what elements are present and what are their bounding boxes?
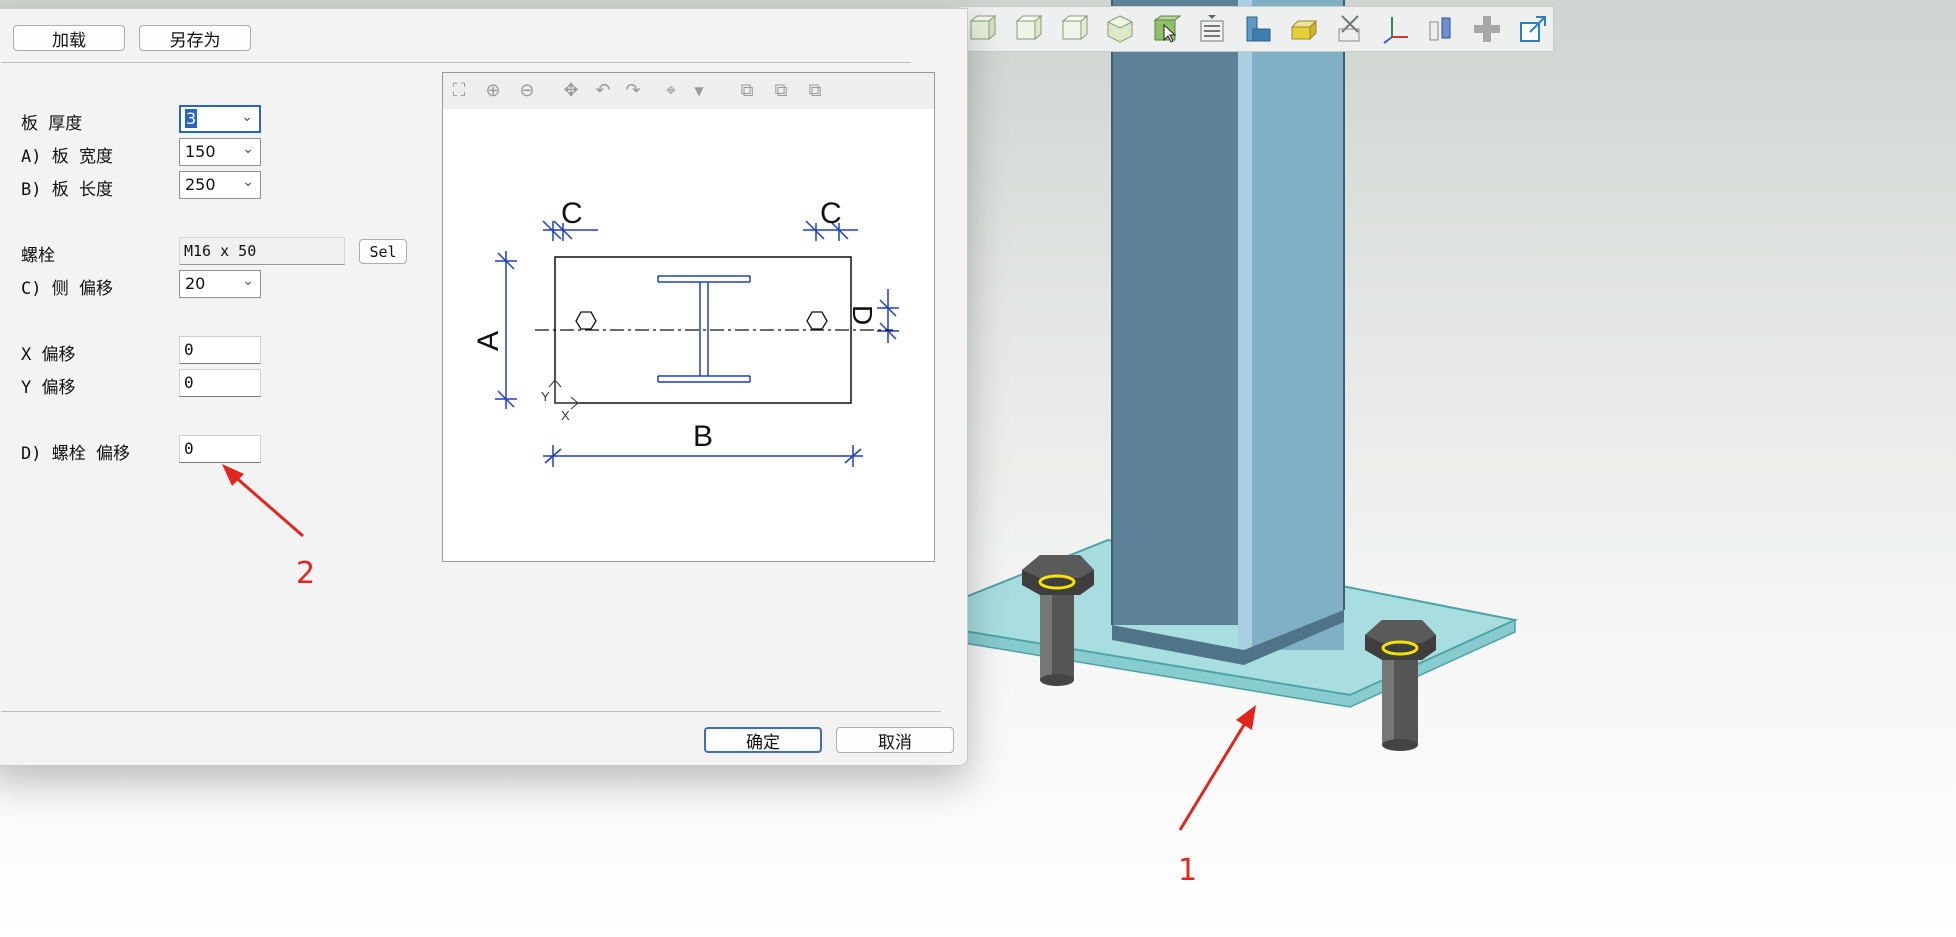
side-offset-select[interactable]: 20 ⌄ — [179, 270, 261, 298]
shape-yellow-icon[interactable] — [1284, 10, 1324, 48]
x-offset-input[interactable]: 0 — [179, 336, 261, 364]
view-toolbar — [958, 6, 1554, 52]
y-offset-input[interactable]: 0 — [179, 369, 261, 397]
y-offset-value: 0 — [184, 373, 194, 392]
dim-label-c-left: C — [561, 197, 583, 230]
box-iso-icon[interactable] — [1101, 10, 1141, 48]
side-offset-value: 20 — [185, 274, 206, 293]
annotation-number-1: 1 — [1178, 853, 1198, 888]
list-icon[interactable] — [1192, 10, 1232, 48]
chevron-down-icon: ⌄ — [242, 174, 254, 190]
cancel-button[interactable]: 取消 — [836, 727, 954, 753]
plate-width-label: A) 板 宽度 — [21, 147, 113, 167]
column-left-face — [1112, 0, 1244, 625]
column-right-face — [1244, 0, 1344, 650]
plate-thickness-value: 3 — [185, 109, 198, 128]
dim-label-c-right: C — [820, 197, 842, 230]
bolt-offset-value: 0 — [184, 439, 194, 458]
annotation-arrow-1 — [1236, 705, 1256, 730]
footer-divider — [1, 711, 941, 712]
pair-icon[interactable] — [1421, 10, 1461, 48]
y-offset-label: Y 偏移 — [21, 378, 76, 398]
plate-length-value: 250 — [185, 175, 216, 194]
box-side-icon[interactable] — [1055, 10, 1095, 48]
header-divider — [1, 62, 911, 63]
axes-icon[interactable] — [1376, 10, 1416, 48]
x-offset-value: 0 — [184, 340, 194, 359]
side-offset-label: C) 侧 偏移 — [21, 279, 113, 299]
x-offset-label: X 偏移 — [21, 345, 76, 365]
chevron-down-icon: ⌄ — [242, 273, 254, 289]
bolt-offset-label: D) 螺栓 偏移 — [21, 444, 130, 464]
export-icon[interactable] — [1513, 10, 1553, 48]
bolt-value: M16 x 50 — [184, 242, 257, 260]
base-plate-dialog: 加载 另存为 板 厚度 3 ⌄ A) 板 宽度 150 ⌄ B) 板 长度 25… — [0, 8, 968, 766]
plate-width-select[interactable]: 150 ⌄ — [179, 138, 261, 166]
plate-drawing: C C A B D Y X — [472, 197, 899, 467]
select-green-icon[interactable] — [1146, 10, 1186, 48]
bolt-hole-left — [575, 311, 597, 330]
bolt-select-button[interactable]: Sel — [359, 239, 407, 264]
dim-label-d: D — [847, 305, 878, 325]
bolt-offset-input[interactable]: 0 — [179, 435, 261, 463]
ok-button[interactable]: 确定 — [704, 727, 822, 753]
chevron-down-icon: ⌄ — [242, 141, 254, 157]
dim-label-b: B — [693, 420, 713, 453]
plate-thickness-label: 板 厚度 — [21, 114, 83, 134]
preview-panel[interactable]: ⛶ ⊕ ⊖ ✥ ↶ ↷ ⌖ ▼ ⧉ ⧉ ⧉ C C A B D Y X — [442, 72, 935, 562]
shape-blue-icon[interactable] — [1238, 10, 1278, 48]
cut-icon[interactable] — [1330, 10, 1370, 48]
plate-thickness-select[interactable]: 3 ⌄ — [179, 105, 261, 133]
plate-length-select[interactable]: 250 ⌄ — [179, 171, 261, 199]
axis-label-x: X — [561, 408, 570, 423]
plate-width-value: 150 — [185, 142, 216, 161]
bolt-hole-right — [806, 311, 828, 330]
axis-label-y: Y — [541, 389, 550, 404]
box-front-icon[interactable] — [1009, 10, 1049, 48]
bolt-field: M16 x 50 — [179, 237, 345, 265]
annotation-number-2: 2 — [296, 556, 316, 591]
box-top-icon[interactable] — [963, 10, 1003, 48]
load-button[interactable]: 加载 — [13, 25, 125, 51]
save-as-button[interactable]: 另存为 — [139, 25, 251, 51]
bolt-label: 螺栓 — [21, 246, 55, 266]
cross-icon[interactable] — [1467, 10, 1507, 48]
plate-length-label: B) 板 长度 — [21, 180, 113, 200]
dim-label-a: A — [472, 331, 505, 351]
chevron-down-icon: ⌄ — [241, 109, 253, 125]
